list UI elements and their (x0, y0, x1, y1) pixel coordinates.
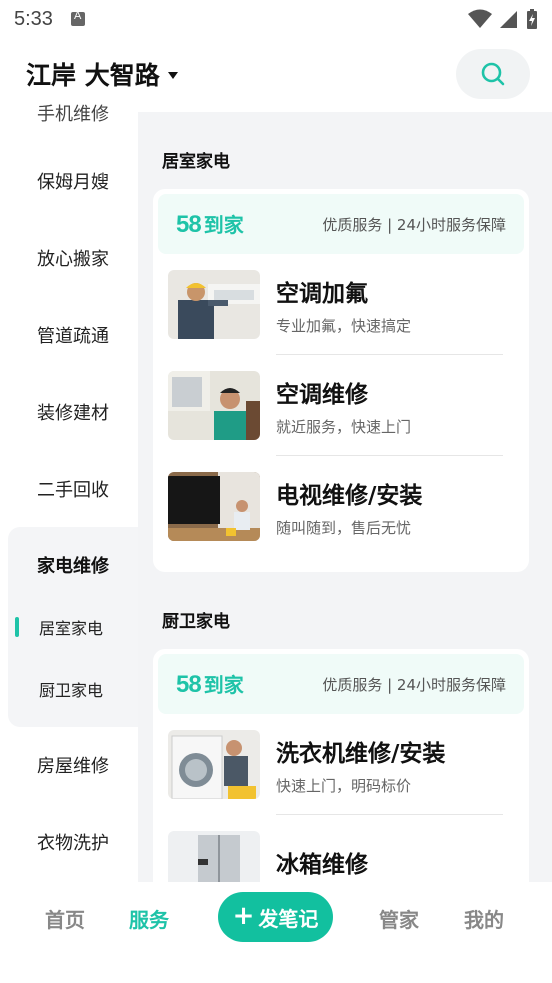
service-title: 洗衣机维修/安装 (276, 740, 446, 767)
sidebar-item-moving[interactable]: 放心搬家 (0, 238, 138, 278)
banner-slogan: 优质服务 | 24小时服务保障 (322, 675, 506, 694)
brand-banner: 58 到家 优质服务 | 24小时服务保障 (158, 654, 524, 714)
sidebar-item-laundry[interactable]: 衣物洗护 (0, 822, 138, 862)
status-time: 5:33 (14, 7, 53, 30)
section-title: 居室家电 (162, 152, 230, 172)
service-title: 空调维修 (276, 381, 368, 408)
tv-repair-thumbnail (168, 472, 260, 541)
service-item[interactable]: 空调维修 就近服务，快速上门 (153, 355, 529, 456)
sidebar-item-partial[interactable]: 手机维修 (0, 100, 138, 126)
brand-logo: 58 到家 (176, 211, 244, 238)
battery-icon (527, 9, 537, 29)
nav-home[interactable]: 首页 (45, 904, 85, 933)
service-list[interactable]: 居室家电 58 到家 优质服务 | 24小时服务保障 空调加氟 专业加氟，快速搞… (138, 112, 552, 882)
location-selector[interactable]: 江岸 大智路 (26, 56, 178, 92)
sidebar-subitem-living[interactable]: 居室家电 (0, 607, 138, 647)
sidebar-item-nanny[interactable]: 保姆月嫂 (0, 161, 138, 201)
nav-service[interactable]: 服务 (129, 904, 169, 933)
brand-banner: 58 到家 优质服务 | 24小时服务保障 (158, 194, 524, 254)
service-title: 电视维修/安装 (276, 482, 423, 509)
wifi-icon (468, 9, 492, 28)
sidebar-item-recycle[interactable]: 二手回收 (0, 469, 138, 509)
service-subtitle: 就近服务，快速上门 (276, 417, 412, 436)
sidebar-item-appliance[interactable]: 家电维修 (0, 545, 138, 585)
nav-mine[interactable]: 我的 (464, 904, 504, 933)
sidebar-subitem-kitchen[interactable]: 厨卫家电 (0, 669, 138, 709)
search-icon (481, 62, 505, 86)
nav-butler[interactable]: 管家 (379, 904, 419, 933)
service-title: 冰箱维修 (276, 852, 368, 878)
ac-refill-thumbnail (168, 270, 260, 339)
service-card: 58 到家 优质服务 | 24小时服务保障 空调加氟 专业加氟，快速搞定 空调维… (153, 189, 529, 572)
sidebar-item-decor[interactable]: 装修建材 (0, 392, 138, 432)
service-subtitle: 快速上门，明码标价 (276, 776, 412, 795)
service-item[interactable]: 冰箱维修 (153, 815, 529, 882)
fridge-repair-thumbnail (168, 831, 260, 882)
post-note-button[interactable]: + 发笔记 (218, 892, 333, 942)
washer-repair-thumbnail (168, 730, 260, 799)
service-item[interactable]: 空调加氟 专业加氟，快速搞定 (153, 254, 529, 355)
location-label: 江岸 大智路 (26, 61, 160, 90)
section-title: 厨卫家电 (162, 612, 230, 632)
status-bar: 5:33 (0, 0, 552, 38)
service-subtitle: 专业加氟，快速搞定 (276, 316, 412, 335)
service-subtitle: 随叫随到，售后无忧 (276, 518, 412, 537)
sidebar-item-pipe[interactable]: 管道疏通 (0, 315, 138, 355)
notification-icon (70, 10, 85, 26)
caret-down-icon (167, 72, 178, 79)
service-title: 空调加氟 (276, 280, 368, 307)
signal-icon (500, 11, 517, 28)
banner-slogan: 优质服务 | 24小时服务保障 (322, 215, 506, 234)
brand-logo: 58 到家 (176, 671, 244, 698)
category-sidebar[interactable]: 手机维修 保姆月嫂 放心搬家 管道疏通 装修建材 二手回收 家电维修 居室家电 … (0, 104, 138, 882)
post-note-label: 发笔记 (258, 906, 319, 931)
sidebar-item-house[interactable]: 房屋维修 (0, 745, 138, 785)
service-item[interactable]: 洗衣机维修/安装 快速上门，明码标价 (153, 714, 529, 815)
plus-icon: + (232, 901, 255, 931)
ac-repair-thumbnail (168, 371, 260, 440)
search-button[interactable] (456, 49, 530, 99)
service-item[interactable]: 电视维修/安装 随叫随到，售后无忧 (153, 456, 529, 557)
service-card: 58 到家 优质服务 | 24小时服务保障 洗衣机维修/安装 快速上门，明码标价… (153, 649, 529, 882)
bottom-navigation: 首页 服务 + 发笔记 管家 我的 (0, 882, 552, 983)
